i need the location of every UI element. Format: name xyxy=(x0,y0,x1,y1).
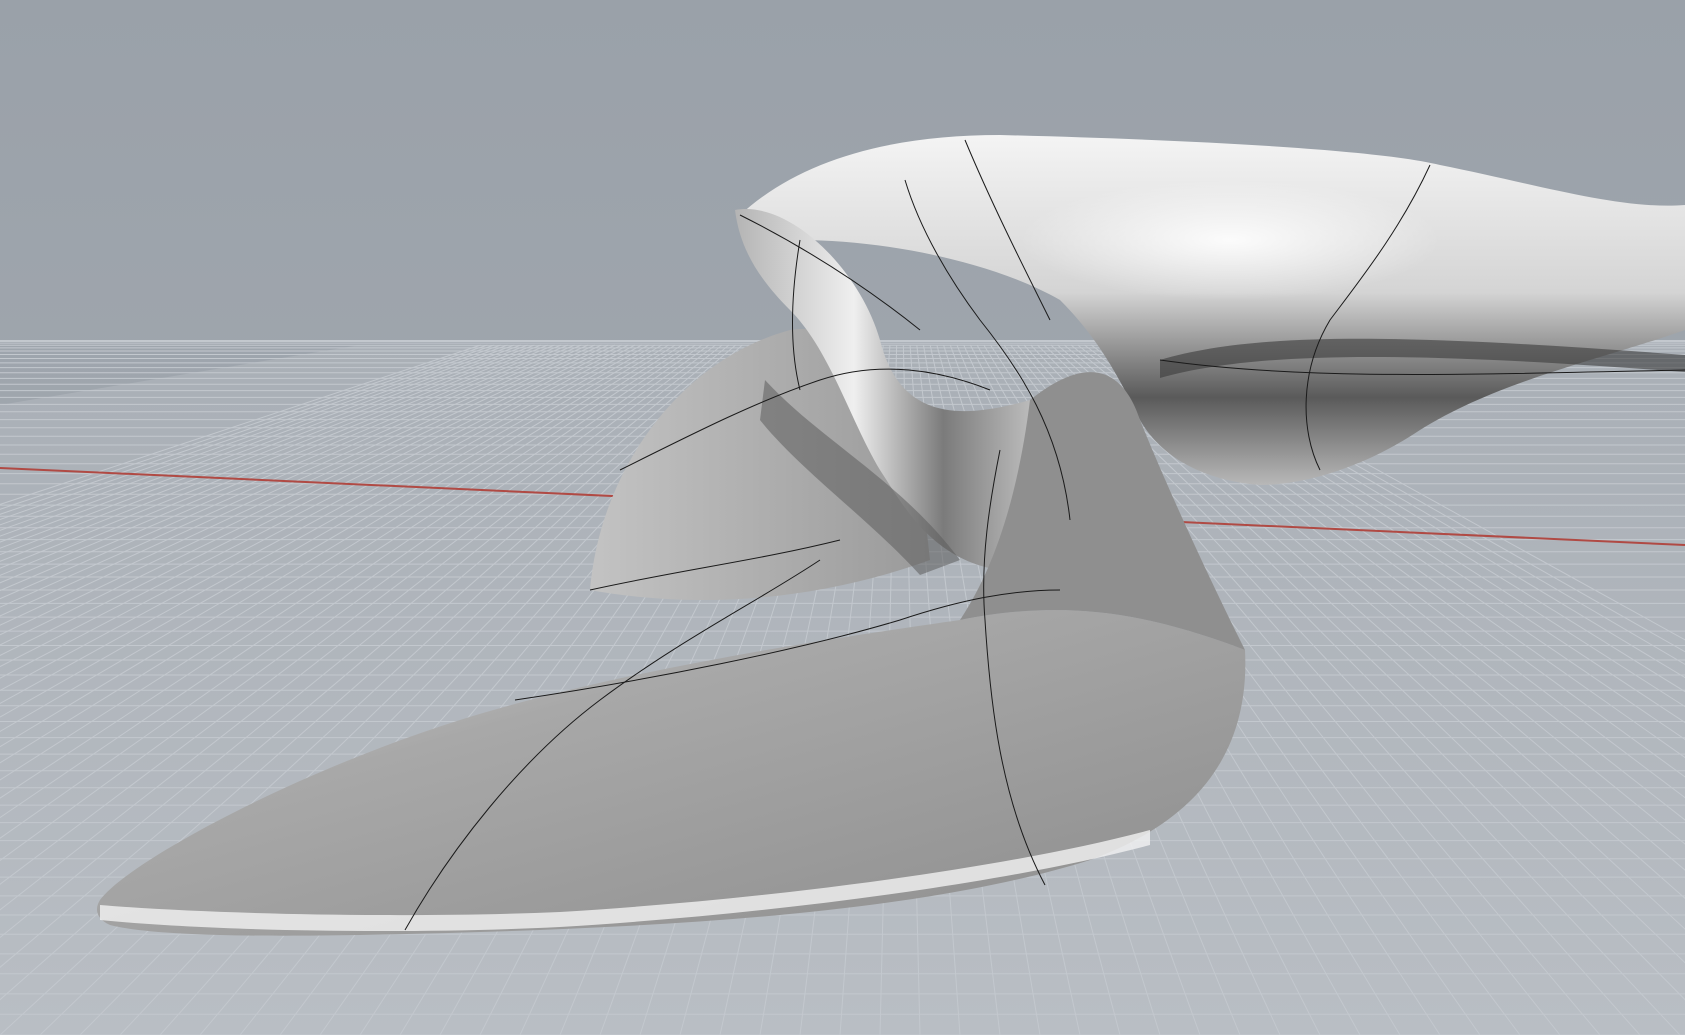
viewport-canvas[interactable] xyxy=(0,0,1685,1035)
perspective-viewport[interactable] xyxy=(0,0,1685,1035)
